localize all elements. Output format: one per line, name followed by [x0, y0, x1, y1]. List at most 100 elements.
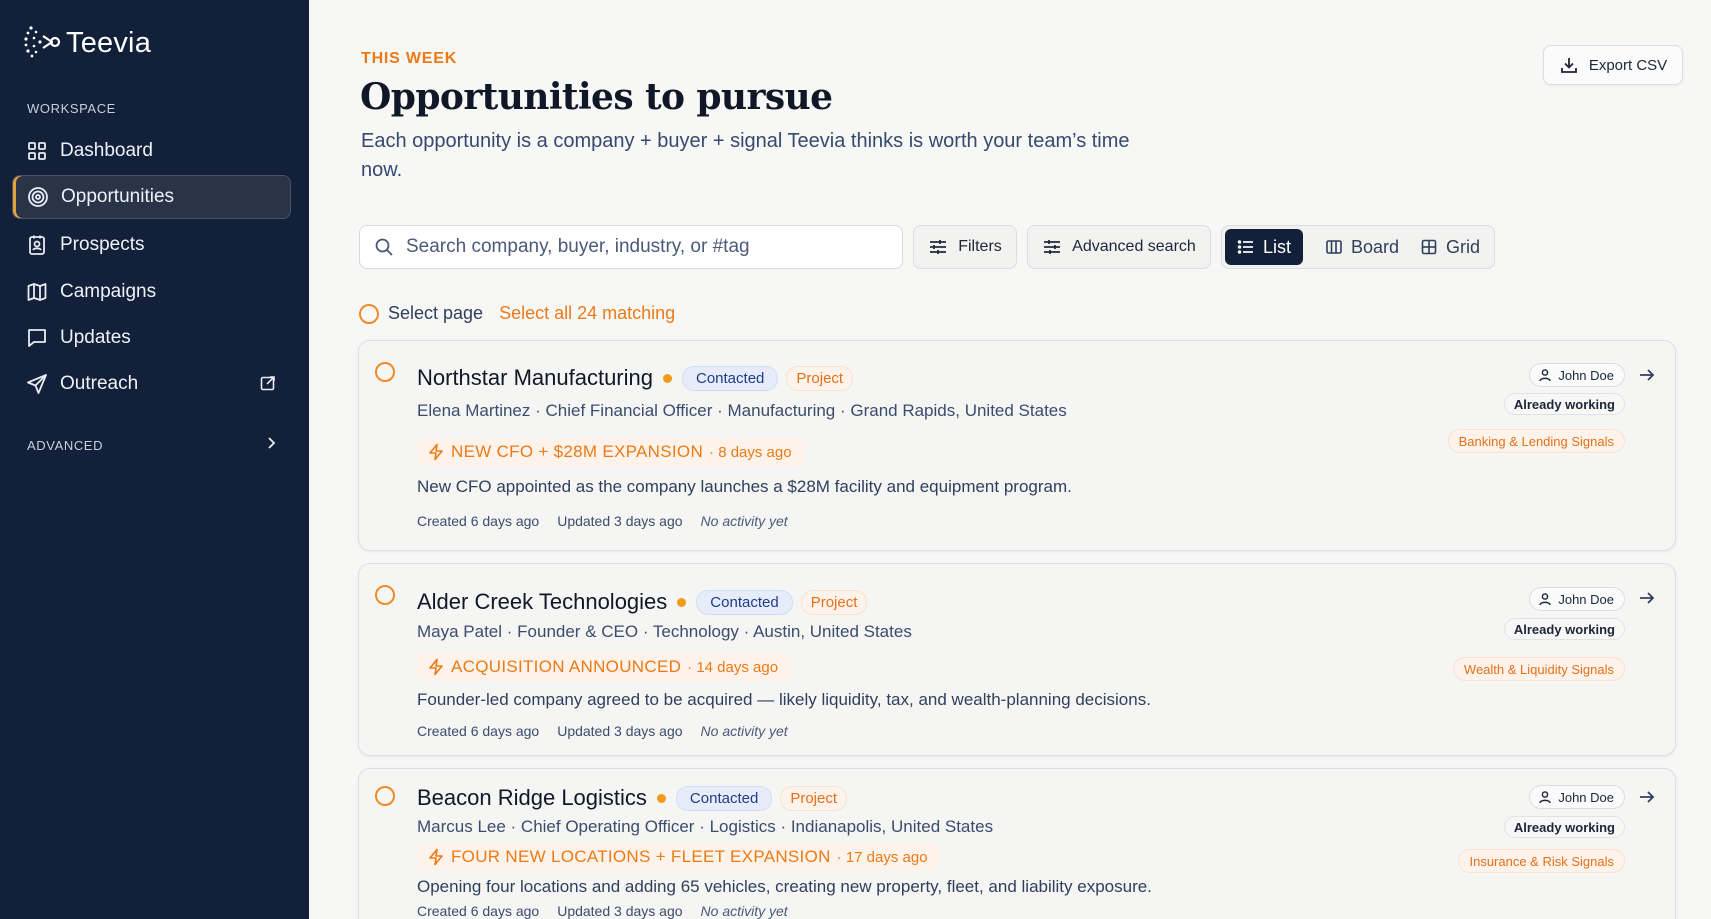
message-icon	[26, 327, 48, 349]
sidebar-item-prospects[interactable]: Prospects	[12, 223, 291, 267]
signal-category-tag[interactable]: Wealth & Liquidity Signals	[1452, 657, 1625, 681]
user-icon	[1539, 593, 1552, 606]
signal-chip: FOUR NEW LOCATIONS + FLEET EXPANSION · 1…	[417, 843, 940, 871]
sidebar-item-label: Outreach	[60, 373, 139, 394]
signal-category-tag[interactable]: Insurance & Risk Signals	[1458, 849, 1625, 873]
working-badge: Already working	[1503, 618, 1625, 640]
teevia-logo-icon	[24, 26, 61, 58]
status-badge: Contacted	[675, 785, 773, 811]
opportunity-select-checkbox[interactable]	[375, 786, 395, 806]
opportunity-select-checkbox[interactable]	[375, 362, 395, 382]
company-name[interactable]: Alder Creek Technologies	[417, 589, 667, 615]
buyer-meta: Elena Martinez · Chief Financial Officer…	[417, 401, 1067, 420]
updated-time: Updated 3 days ago	[557, 513, 683, 529]
updated-time: Updated 3 days ago	[557, 723, 683, 739]
sidebar-item-campaigns[interactable]: Campaigns	[12, 270, 291, 314]
select-all-link[interactable]: Select all 24 matching	[499, 303, 675, 324]
created-time: Created 6 days ago	[417, 513, 540, 529]
created-time: Created 6 days ago	[417, 903, 540, 919]
owner-chip[interactable]: John Doe	[1529, 587, 1625, 611]
sidebar: Teevia WORKSPACE Dashboard Opportunities…	[0, 0, 309, 919]
sidebar-item-opportunities[interactable]: Opportunities	[12, 175, 291, 219]
lightning-icon	[429, 443, 443, 461]
search-icon	[375, 238, 393, 256]
page-eyebrow: THIS WEEK	[361, 50, 458, 67]
owner-chip[interactable]: John Doe	[1529, 785, 1625, 809]
sidebar-item-outreach[interactable]: Outreach	[12, 362, 291, 406]
priority-dot	[677, 597, 687, 607]
sidebar-item-label: Opportunities	[61, 186, 175, 207]
opportunity-title-row: Alder Creek Technologies Contacted Proje…	[417, 589, 868, 615]
opportunity-timestamps: Created 6 days ago Updated 3 days ago No…	[417, 723, 788, 739]
opportunity-card[interactable]: Northstar Manufacturing Contacted Projec…	[358, 340, 1676, 551]
advanced-search-button[interactable]: Advanced search	[1027, 225, 1211, 269]
arrow-right-icon[interactable]	[1637, 787, 1657, 807]
filters-button[interactable]: Filters	[913, 225, 1017, 269]
opportunity-description: Founder-led company agreed to be acquire…	[417, 690, 1151, 709]
external-link-icon[interactable]	[259, 374, 277, 392]
contact-card-icon	[26, 234, 48, 256]
sidebar-item-label: Dashboard	[60, 140, 153, 161]
select-page-label[interactable]: Select page	[388, 303, 483, 324]
sidebar-item-dashboard[interactable]: Dashboard	[12, 129, 291, 173]
company-name[interactable]: Northstar Manufacturing	[417, 365, 653, 391]
opportunity-card[interactable]: Beacon Ridge Logistics Contacted Project…	[358, 768, 1676, 919]
signal-title: ACQUISITION ANNOUNCED	[451, 657, 682, 676]
board-icon	[1326, 240, 1342, 254]
sliders-icon	[1044, 240, 1061, 254]
user-icon	[1539, 369, 1552, 382]
status-badge: Contacted	[682, 365, 779, 391]
activity-status: No activity yet	[700, 513, 788, 529]
created-time: Created 6 days ago	[417, 723, 540, 739]
company-name[interactable]: Beacon Ridge Logistics	[417, 785, 647, 811]
working-badge: Already working	[1503, 393, 1625, 415]
dashboard-icon	[26, 140, 48, 162]
arrow-right-icon[interactable]	[1637, 588, 1657, 608]
opportunity-description: Opening four locations and adding 65 veh…	[417, 877, 1152, 896]
type-badge: Project	[780, 785, 847, 811]
view-list-label: List	[1263, 236, 1292, 257]
chevron-right-icon[interactable]	[262, 434, 280, 452]
search-box[interactable]	[359, 225, 903, 269]
opportunity-description: New CFO appointed as the company launche…	[417, 477, 1072, 496]
opportunity-title-row: Beacon Ridge Logistics Contacted Project	[417, 785, 847, 811]
activity-status: No activity yet	[700, 903, 788, 919]
signal-title: FOUR NEW LOCATIONS + FLEET EXPANSION	[451, 847, 831, 866]
view-grid-button[interactable]: Grid	[1408, 229, 1492, 265]
opportunity-title-row: Northstar Manufacturing Contacted Projec…	[417, 365, 854, 391]
view-toggle: List Board Grid	[1221, 225, 1495, 269]
owner-chip[interactable]: John Doe	[1529, 363, 1625, 387]
sidebar-item-label: Prospects	[60, 234, 145, 255]
view-board-label: Board	[1351, 236, 1400, 257]
send-icon	[26, 373, 48, 395]
sliders-icon	[930, 240, 947, 254]
grid-icon	[1421, 239, 1437, 255]
signal-category-tag[interactable]: Banking & Lending Signals	[1447, 429, 1625, 453]
opportunity-card[interactable]: Alder Creek Technologies Contacted Proje…	[358, 563, 1676, 756]
working-badge: Already working	[1503, 816, 1625, 838]
opportunity-select-checkbox[interactable]	[375, 585, 395, 605]
sidebar-item-label: Campaigns	[60, 281, 157, 302]
search-input[interactable]	[406, 236, 886, 258]
selection-row: Select page Select all 24 matching	[359, 303, 675, 324]
opportunity-timestamps: Created 6 days ago Updated 3 days ago No…	[417, 513, 788, 529]
arrow-right-icon[interactable]	[1637, 365, 1657, 385]
brand[interactable]: Teevia	[22, 22, 151, 64]
view-list-button[interactable]: List	[1225, 229, 1304, 265]
map-icon	[26, 281, 48, 303]
select-page-checkbox[interactable]	[359, 303, 379, 324]
buyer-meta: Maya Patel · Founder & CEO · Technology …	[417, 622, 912, 641]
signal-chip: ACQUISITION ANNOUNCED · 14 days ago	[417, 653, 791, 681]
opportunity-timestamps: Created 6 days ago Updated 3 days ago No…	[417, 903, 788, 919]
signal-chip: NEW CFO + $28M EXPANSION · 8 days ago	[417, 438, 804, 466]
advanced-section-label[interactable]: ADVANCED	[27, 438, 103, 453]
export-csv-label: Export CSV	[1588, 56, 1668, 74]
view-board-button[interactable]: Board	[1313, 229, 1411, 265]
updated-time: Updated 3 days ago	[557, 903, 683, 919]
export-csv-button[interactable]: Export CSV	[1543, 45, 1683, 85]
sidebar-item-updates[interactable]: Updates	[12, 316, 291, 360]
filters-label: Filters	[958, 238, 1002, 255]
signal-title: NEW CFO + $28M EXPANSION	[451, 442, 704, 461]
sidebar-item-label: Updates	[60, 327, 131, 348]
main-content: THIS WEEK Opportunities to pursue Each o…	[309, 0, 1711, 919]
